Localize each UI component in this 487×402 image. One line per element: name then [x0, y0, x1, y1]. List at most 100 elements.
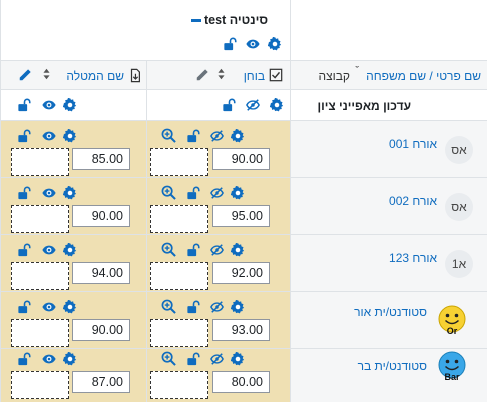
- zoom-icon[interactable]: [161, 128, 176, 143]
- zoom-icon[interactable]: [161, 185, 176, 200]
- unlock-icon[interactable]: [17, 186, 32, 200]
- assignment-grade-cell: 87.00: [0, 349, 146, 402]
- first-last-name-sort[interactable]: שם פרטי / שם משפחה: [366, 69, 481, 83]
- eye-slash-icon[interactable]: [209, 352, 225, 366]
- eye-icon[interactable]: [245, 37, 261, 51]
- gear-icon[interactable]: [63, 186, 77, 200]
- unlock-icon[interactable]: [17, 352, 32, 366]
- quiz-grade-input[interactable]: 92.00: [212, 262, 270, 284]
- gear-icon[interactable]: [270, 98, 284, 112]
- assignment-feedback-input[interactable]: [11, 319, 69, 347]
- eye-icon[interactable]: [41, 186, 57, 200]
- table-row: אס אורח 002 95.00 90.00: [0, 177, 487, 235]
- avatar[interactable]: Or: [437, 305, 467, 336]
- assignment-grade-input[interactable]: 90.00: [72, 319, 130, 341]
- gear-icon[interactable]: [231, 129, 245, 143]
- unlock-icon[interactable]: [223, 37, 238, 51]
- eye-slash-icon[interactable]: [209, 186, 225, 200]
- quiz-grade-input[interactable]: 80.00: [212, 371, 270, 393]
- unlock-icon[interactable]: [222, 98, 237, 112]
- unlock-icon[interactable]: [17, 129, 32, 143]
- assignment-grade-cell: 90.00: [0, 178, 146, 235]
- title-empty-cell: [290, 0, 487, 60]
- quiz-feedback-input[interactable]: [150, 205, 208, 233]
- assignment-grade-cell: 85.00: [0, 121, 146, 178]
- unlock-icon[interactable]: [17, 300, 32, 314]
- pencil-icon[interactable]: [195, 68, 209, 82]
- grader-table: test סינטיה שם פרטי / שם משפחה ˇ קבוצה ב…: [0, 0, 487, 402]
- overall-label-cell: עדכון מאפייני ציון: [290, 90, 487, 121]
- eye-slash-icon[interactable]: [209, 129, 225, 143]
- user-name-link[interactable]: אורח 001: [389, 137, 437, 151]
- eye-slash-icon[interactable]: [209, 243, 225, 257]
- group-label: קבוצה: [318, 69, 350, 83]
- quiz-grade-input[interactable]: 93.00: [212, 319, 270, 341]
- avatar[interactable]: Bar: [437, 351, 467, 382]
- quiz-grade-input[interactable]: 95.00: [212, 205, 270, 227]
- quiz-feedback-input[interactable]: [150, 319, 208, 347]
- assignment-grade-cell: 90.00: [0, 292, 146, 349]
- assignment-grade-input[interactable]: 85.00: [72, 148, 130, 170]
- quiz-feedback-input[interactable]: [150, 262, 208, 290]
- unlock-icon[interactable]: [186, 186, 201, 200]
- eye-slash-icon[interactable]: [245, 98, 261, 112]
- assignment-feedback-input[interactable]: [11, 205, 69, 233]
- gear-icon[interactable]: [231, 186, 245, 200]
- zoom-icon[interactable]: [161, 351, 176, 366]
- avatar[interactable]: אס: [445, 136, 473, 164]
- quiz-grade-cell: 80.00: [146, 349, 290, 402]
- assignment-feedback-input[interactable]: [11, 148, 69, 176]
- user-name-link[interactable]: אורח 123: [389, 251, 437, 265]
- user-cell: Or סטודנט/ית אור: [290, 292, 487, 349]
- gear-icon[interactable]: [63, 129, 77, 143]
- avatar[interactable]: אס: [445, 193, 473, 221]
- unlock-icon[interactable]: [17, 98, 32, 112]
- quiz-column-link[interactable]: בוחן: [244, 69, 265, 83]
- avatar[interactable]: א1: [445, 250, 473, 278]
- unlock-icon[interactable]: [186, 300, 201, 314]
- quiz-grade-cell: 95.00: [146, 178, 290, 235]
- overall-label: עדכון מאפייני ציון: [317, 99, 411, 113]
- table-row: Or סטודנט/ית אור 93.00 90.00: [0, 291, 487, 349]
- sort-asc-marker: ˇ: [355, 65, 359, 77]
- sort-icon[interactable]: [217, 67, 226, 81]
- eye-icon[interactable]: [41, 98, 57, 112]
- gear-icon[interactable]: [268, 37, 282, 51]
- assignment-feedback-input[interactable]: [11, 371, 69, 399]
- eye-icon[interactable]: [41, 300, 57, 314]
- assignment-grade-input[interactable]: 94.00: [72, 262, 130, 284]
- assignment-feedback-input[interactable]: [11, 262, 69, 290]
- assignment-grade-input[interactable]: 87.00: [72, 371, 130, 393]
- zoom-icon[interactable]: [161, 242, 176, 257]
- eye-icon[interactable]: [41, 352, 57, 366]
- eye-icon[interactable]: [41, 243, 57, 257]
- gear-icon[interactable]: [231, 352, 245, 366]
- pencil-icon[interactable]: [18, 68, 32, 82]
- gear-icon[interactable]: [231, 243, 245, 257]
- user-name-link[interactable]: סטודנט/ית אור: [354, 305, 427, 319]
- eye-slash-icon[interactable]: [209, 300, 225, 314]
- collapse-icon[interactable]: [191, 19, 201, 23]
- course-title: test סינטיה: [204, 13, 269, 27]
- user-name-link[interactable]: סטודנט/ית בר: [358, 359, 427, 373]
- gear-icon[interactable]: [231, 300, 245, 314]
- quiz-grade-cell: 92.00: [146, 235, 290, 292]
- unlock-icon[interactable]: [186, 129, 201, 143]
- sort-icon[interactable]: [42, 67, 51, 81]
- assignment-column-link[interactable]: שם המטלה: [66, 69, 124, 83]
- quiz-feedback-input[interactable]: [150, 148, 208, 176]
- unlock-icon[interactable]: [186, 352, 201, 366]
- unlock-icon[interactable]: [17, 243, 32, 257]
- unlock-icon[interactable]: [186, 243, 201, 257]
- course-title-cell: test סינטיה: [0, 0, 290, 60]
- gear-icon[interactable]: [63, 243, 77, 257]
- zoom-icon[interactable]: [161, 299, 176, 314]
- gear-icon[interactable]: [63, 300, 77, 314]
- quiz-grade-input[interactable]: 90.00: [212, 148, 270, 170]
- eye-icon[interactable]: [41, 129, 57, 143]
- gear-icon[interactable]: [63, 98, 77, 112]
- quiz-feedback-input[interactable]: [150, 371, 208, 399]
- user-name-link[interactable]: אורח 002: [389, 194, 437, 208]
- assignment-grade-input[interactable]: 90.00: [72, 205, 130, 227]
- gear-icon[interactable]: [63, 352, 77, 366]
